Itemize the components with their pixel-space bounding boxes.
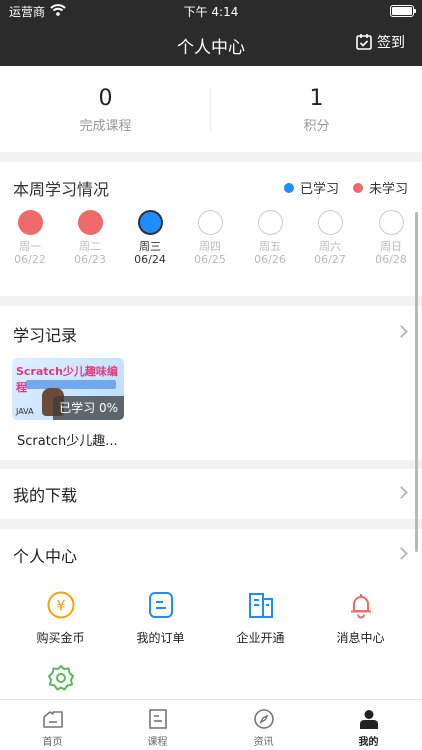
tab-courses[interactable]: 课程 [105,708,210,748]
status-time: 下午 4:14 [183,5,239,19]
tab-news[interactable]: 资讯 [211,708,316,748]
legend-dot [352,182,363,193]
tab-label: 我的 [358,737,379,748]
legend-label: 未学习 [368,182,408,197]
legend-label: 已学习 [299,182,339,197]
course-progress-badge: 已学习 0% [53,396,124,420]
day-fri: 周五 06/26 [240,210,300,266]
legend-dot [283,182,294,193]
bell-icon [350,594,371,619]
day-sat: 周六 06/27 [300,210,360,266]
day-status-dot [17,210,43,235]
chevron-right-icon[interactable] [395,547,408,560]
message-center-button[interactable]: 消息中心 [308,590,413,646]
stat-completed-courses[interactable]: 0 完成课程 [0,86,211,134]
stat-label: 积分 [303,119,330,134]
buy-coins-button[interactable]: ¥ 购买金币 [8,590,113,646]
course-thumbnail[interactable]: Scratch少儿趣味编程 JAVA 已学习 0% [12,358,124,420]
tab-label: 资讯 [253,737,274,748]
day-date: 06/26 [254,253,286,266]
day-date: 06/23 [74,253,106,266]
day-date: 06/27 [314,253,346,266]
my-orders-button[interactable]: 我的订单 [108,590,213,646]
day-name: 周日 [380,240,402,253]
stats-card: 0 完成课程 1 积分 [0,66,422,152]
enterprise-open-button[interactable]: 企业开通 [208,590,313,646]
center-title[interactable]: 个人中心 [13,543,77,567]
day-mon: 周一 06/22 [0,210,60,266]
day-tue: 周二 06/23 [60,210,120,266]
day-status-dot [378,210,404,235]
legend-learned: 已学习 [283,178,339,197]
day-date: 06/28 [375,253,407,266]
stat-value: 1 [309,86,324,111]
thumb-banner [26,380,116,389]
chevron-right-icon [395,486,408,499]
grid-label: 我的订单 [136,631,185,645]
nav-bar: 个人中心 签到 [0,22,422,66]
battery-icon [390,5,416,17]
coin-icon: ¥ [47,591,74,619]
calendar-check-icon [356,34,372,50]
svg-text:¥: ¥ [56,599,65,615]
tab-mine[interactable]: 我的 [316,708,421,748]
status-bar: 运营商 下午 4:14 [0,0,422,22]
checkin-button[interactable]: 签到 [355,32,405,52]
my-downloads-row[interactable]: 我的下载 [0,469,422,519]
legend-not-learned: 未学习 [352,178,408,197]
day-name: 周四 [199,240,221,253]
personal-center-card: 个人中心 ¥ 购买金币 我的订单 企业开通 消息中心 [0,529,422,699]
day-date: 06/22 [14,253,46,266]
enterprise-icon [248,593,273,618]
day-status-dot [257,210,283,235]
course-icon [148,709,167,729]
stat-label: 完成课程 [79,119,132,134]
day-status-dot [197,210,223,235]
order-icon [148,592,173,618]
weekly-study-card: 本周学习情况 已学习 未学习 周一 06/22 周二 06/23 周三 06/2… [0,162,422,296]
weekly-legend: 已学习 未学习 [270,178,408,197]
day-name: 周六 [319,240,341,253]
weekly-days: 周一 06/22 周二 06/23 周三 06/24 周四 06/25 周五 0… [0,210,422,280]
tab-home[interactable]: 首页 [0,708,105,748]
day-name: 周五 [259,240,281,253]
day-thu: 周四 06/25 [180,210,240,266]
day-wed: 周三 06/24 [120,210,180,266]
day-status-dot [317,210,343,235]
day-date: 06/24 [134,253,166,266]
study-records-card: 学习记录 Scratch少儿趣味编程 JAVA 已学习 0% Scratch少儿… [0,306,422,460]
tab-label: 首页 [42,737,63,748]
day-status-dot [77,210,103,235]
tab-label: 课程 [147,737,168,748]
stat-value: 0 [98,86,113,111]
chevron-right-icon[interactable] [395,325,408,338]
grid-label: 企业开通 [236,631,285,645]
settings-button[interactable] [8,663,113,693]
day-status-dot [137,210,163,235]
home-icon [42,711,63,728]
day-name: 周三 [139,240,161,253]
stat-points[interactable]: 1 积分 [211,86,422,134]
day-sun: 周日 06/28 [361,210,421,266]
thumb-title: Scratch少儿趣味编程 [16,365,118,394]
weekly-title: 本周学习情况 [13,180,110,199]
checkin-label: 签到 [377,35,405,51]
downloads-title: 我的下载 [13,486,78,505]
content-scroll[interactable]: 0 完成课程 1 积分 本周学习情况 已学习 未学习 周一 06/22 周二 0… [0,66,422,699]
thumb-code: JAVA [16,407,34,416]
compass-icon [253,709,274,729]
scrollbar[interactable] [415,212,418,552]
settings-icon [47,665,74,691]
tab-bar: 首页 课程 资讯 我的 [0,699,422,750]
course-card[interactable]: Scratch少儿趣味编程 JAVA 已学习 0% Scratch少儿趣... [12,358,124,449]
day-date: 06/25 [194,253,226,266]
records-title[interactable]: 学习记录 [13,322,77,346]
day-name: 周一 [19,240,41,253]
user-icon [359,710,378,729]
course-name: Scratch少儿趣... [17,434,118,449]
grid-label: 消息中心 [336,631,385,645]
grid-label: 购买金币 [36,631,85,645]
day-name: 周二 [79,240,101,253]
